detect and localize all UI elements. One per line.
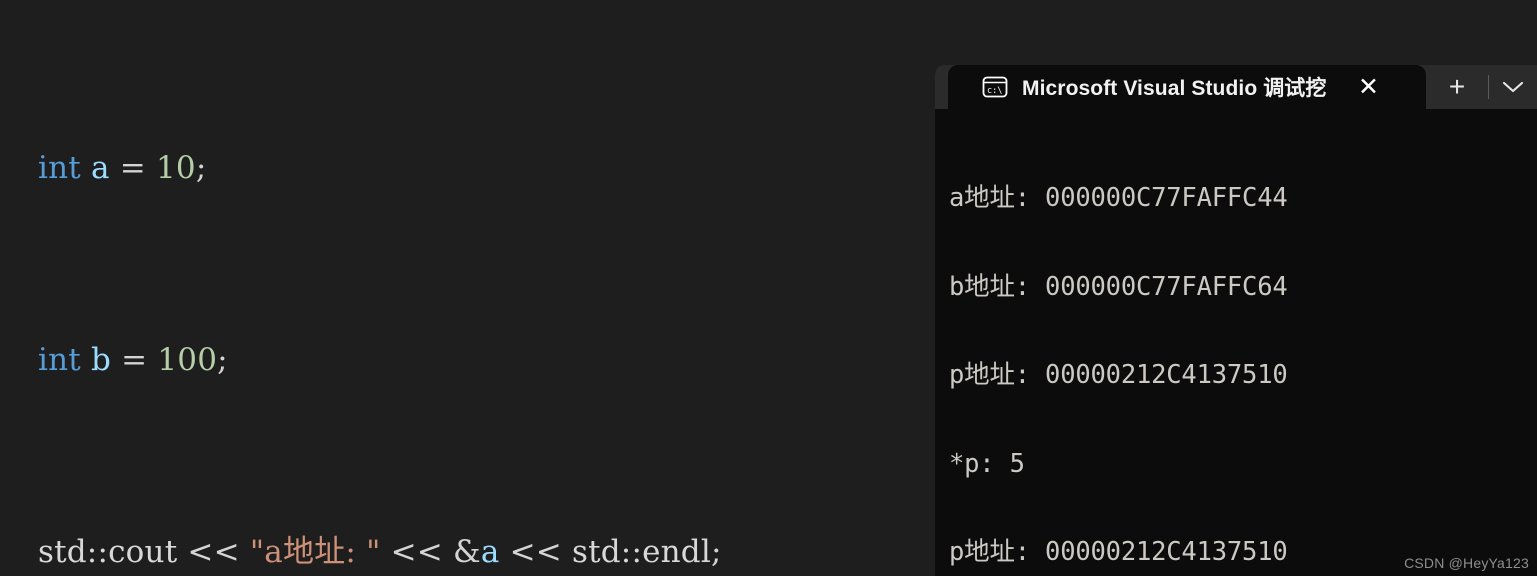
svg-text:c:\: c:\ <box>987 86 1002 96</box>
watermark: CSDN @HeyYa123 <box>1404 555 1529 571</box>
console-output-line: p地址: 00000212C4137510 <box>949 360 1288 390</box>
close-icon[interactable]: ✕ <box>1349 67 1389 107</box>
console-tab-title: Microsoft Visual Studio 调试挖 <box>1022 77 1327 100</box>
cmd-prompt-icon: c:\ <box>982 74 1008 100</box>
console-output-line: *p: 5 <box>949 448 1025 479</box>
console-titlebar[interactable]: c:\ Microsoft Visual Studio 调试挖 ✕ + <box>935 65 1537 109</box>
debug-console-window[interactable]: c:\ Microsoft Visual Studio 调试挖 ✕ + a地址:… <box>935 65 1537 576</box>
console-output-line: a地址: 000000C77FAFFC44 <box>949 183 1288 213</box>
console-output-line: b地址: 000000C77FAFFC64 <box>949 271 1288 302</box>
chevron-down-icon[interactable] <box>1489 65 1537 109</box>
console-tab[interactable]: c:\ Microsoft Visual Studio 调试挖 ✕ <box>948 65 1426 109</box>
new-tab-button[interactable]: + <box>1426 65 1488 109</box>
screenshot-root: int a = 10; int b = 100; std::cout << "a… <box>0 0 1537 576</box>
console-output[interactable]: a地址: 000000C77FAFFC44 b地址: 000000C77FAFF… <box>935 109 1537 576</box>
